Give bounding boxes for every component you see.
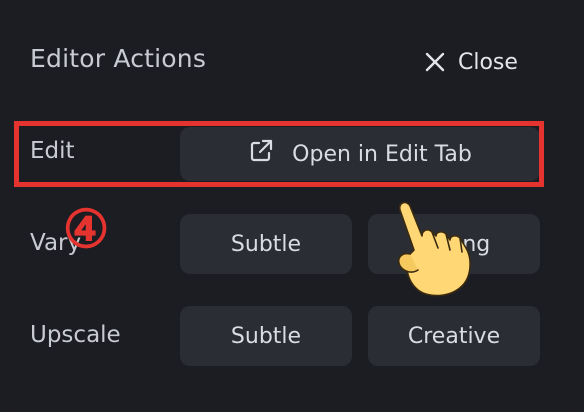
upscale-creative-label: Creative	[407, 323, 501, 349]
panel-title: Editor Actions	[30, 44, 207, 73]
close-icon	[424, 51, 446, 73]
row-label-upscale: Upscale	[30, 322, 121, 348]
vary-strong-label: Strong	[417, 231, 491, 257]
row-label-vary: Vary	[30, 230, 82, 256]
upscale-subtle-label: Subtle	[230, 323, 302, 349]
row-label-edit: Edit	[30, 138, 75, 164]
vary-strong-button[interactable]: Strong	[368, 214, 540, 274]
open-in-edit-tab-label: Open in Edit Tab	[292, 141, 472, 167]
upscale-subtle-button[interactable]: Subtle	[180, 306, 352, 366]
close-button[interactable]: Close	[424, 44, 518, 80]
vary-subtle-button[interactable]: Subtle	[180, 214, 352, 274]
close-label: Close	[458, 49, 518, 75]
vary-subtle-label: Subtle	[230, 231, 302, 257]
external-link-icon	[248, 138, 274, 170]
upscale-creative-button[interactable]: Creative	[368, 306, 540, 366]
open-in-edit-tab-button[interactable]: Open in Edit Tab	[180, 127, 540, 181]
editor-actions-panel: Editor Actions Close Edit Open in Edit T…	[0, 0, 584, 412]
